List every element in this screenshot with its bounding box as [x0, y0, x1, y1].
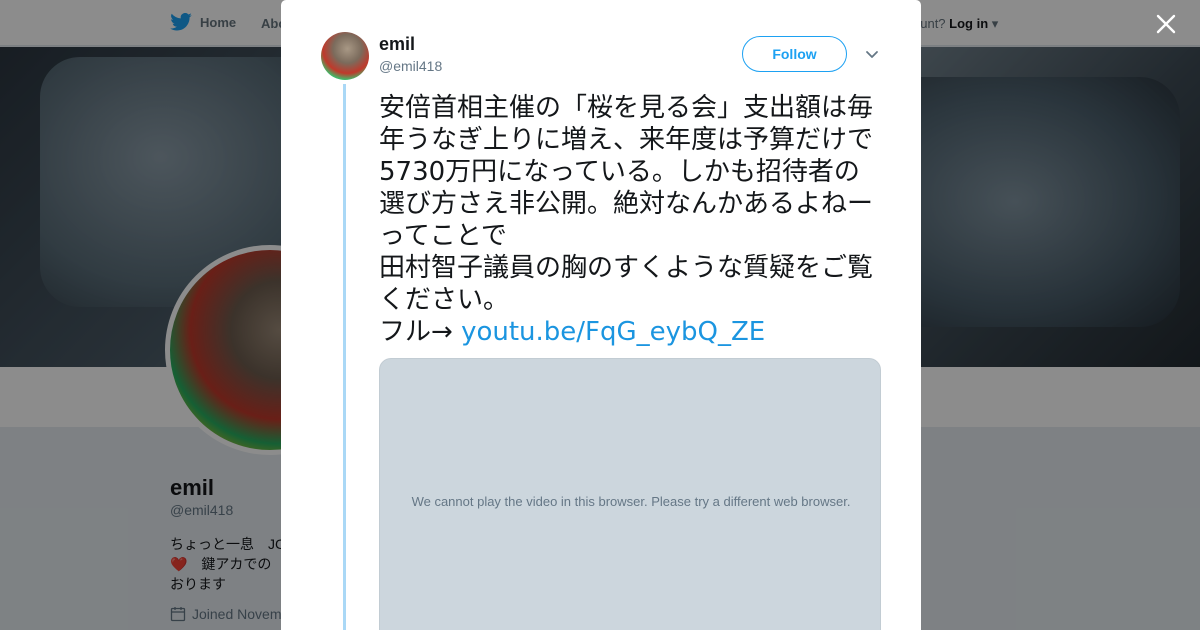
video-error-message: We cannot play the video in this browser…	[411, 494, 851, 509]
tweet-menu-button[interactable]	[863, 46, 881, 64]
close-button[interactable]	[1152, 10, 1180, 38]
tweet-text-line: フル→ youtu.be/FqG_eybQ_ZE	[379, 316, 885, 348]
tweet-text-line: 安倍首相主催の「桜を見る会」支出額は毎年うなぎ上りに増え、来年度は予算だけで57…	[379, 93, 874, 251]
tweet-modal: emil @emil418 Follow 安倍首相主催の「桜を見る会」支出額は毎…	[281, 0, 921, 630]
follow-button[interactable]: Follow	[742, 36, 847, 72]
close-icon	[1156, 14, 1176, 34]
video-player[interactable]: We cannot play the video in this browser…	[379, 358, 881, 630]
thread-line	[343, 84, 346, 630]
tweet-text-line: 田村智子議員の胸のすくような質疑をご覧ください。	[379, 253, 874, 315]
tweet-text: 安倍首相主催の「桜を見る会」支出額は毎年うなぎ上りに増え、来年度は予算だけで57…	[379, 92, 885, 348]
tweet-link-prefix: フル→	[379, 317, 462, 347]
author-avatar[interactable]	[321, 32, 369, 80]
chevron-down-icon	[866, 51, 878, 58]
tweet-link[interactable]: youtu.be/FqG_eybQ_ZE	[461, 317, 765, 347]
author-name[interactable]: emil	[379, 34, 415, 55]
author-handle[interactable]: @emil418	[379, 58, 442, 74]
